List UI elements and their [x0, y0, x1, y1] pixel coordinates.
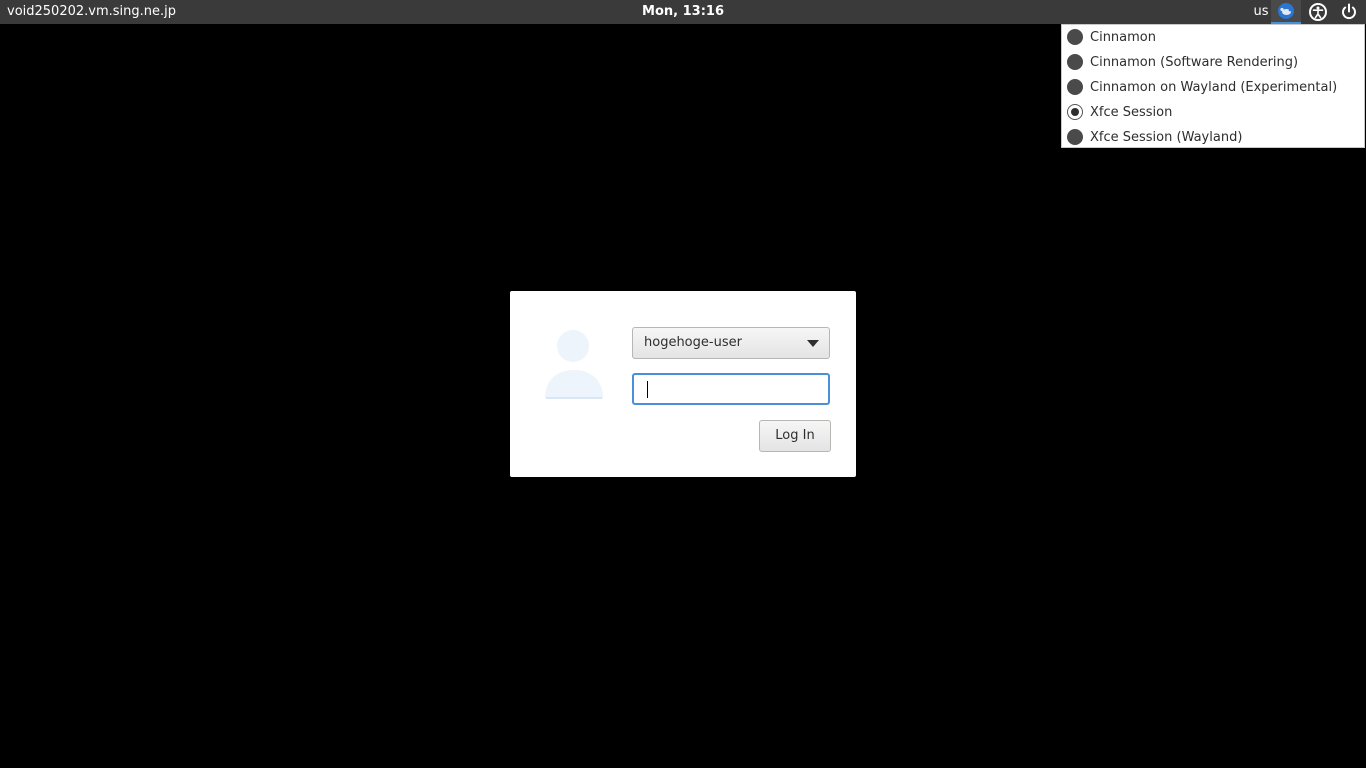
session-item-xfce[interactable]: Xfce Session — [1062, 100, 1364, 125]
session-item-cinnamon[interactable]: Cinnamon — [1062, 25, 1364, 50]
chevron-down-icon — [807, 340, 819, 347]
session-indicator[interactable] — [1271, 0, 1301, 24]
session-item-label: Cinnamon — [1090, 30, 1156, 45]
user-select-dropdown[interactable]: hogehoge-user — [632, 327, 830, 359]
xfce-mouse-icon — [1278, 3, 1294, 19]
radio-unchecked-icon — [1067, 79, 1083, 95]
login-button[interactable]: Log In — [759, 420, 831, 452]
selected-user-label: hogehoge-user — [644, 335, 742, 350]
accessibility-button[interactable] — [1308, 2, 1328, 22]
power-button[interactable] — [1340, 3, 1358, 21]
session-item-label: Cinnamon (Software Rendering) — [1090, 55, 1299, 70]
power-icon — [1342, 3, 1356, 20]
clock-container: Mon, 13:16 — [0, 0, 1366, 24]
session-item-cinnamon-software-rendering[interactable]: Cinnamon (Software Rendering) — [1062, 50, 1364, 75]
accessibility-icon — [1309, 3, 1327, 21]
login-dialog: hogehoge-user Log In — [510, 291, 856, 477]
text-caret — [647, 381, 648, 398]
session-item-label: Xfce Session — [1090, 105, 1173, 120]
radio-unchecked-icon — [1067, 54, 1083, 70]
radio-unchecked-icon — [1067, 129, 1083, 145]
session-item-label: Xfce Session (Wayland) — [1090, 130, 1243, 145]
session-item-cinnamon-wayland[interactable]: Cinnamon on Wayland (Experimental) — [1062, 75, 1364, 100]
session-item-xfce-wayland[interactable]: Xfce Session (Wayland) — [1062, 125, 1364, 150]
keyboard-layout-indicator[interactable]: us — [1250, 0, 1272, 24]
session-menu: Cinnamon Cinnamon (Software Rendering) C… — [1061, 24, 1365, 148]
session-item-label: Cinnamon on Wayland (Experimental) — [1090, 80, 1338, 95]
user-avatar-icon — [545, 330, 603, 399]
radio-unchecked-icon — [1067, 29, 1083, 45]
top-panel: void250202.vm.sing.ne.jp Mon, 13:16 us — [0, 0, 1366, 24]
hostname-label: void250202.vm.sing.ne.jp — [7, 4, 176, 19]
radio-checked-icon — [1067, 104, 1083, 120]
user-avatar — [543, 328, 607, 400]
clock-label: Mon, 13:16 — [642, 4, 724, 19]
password-field[interactable] — [632, 373, 830, 405]
